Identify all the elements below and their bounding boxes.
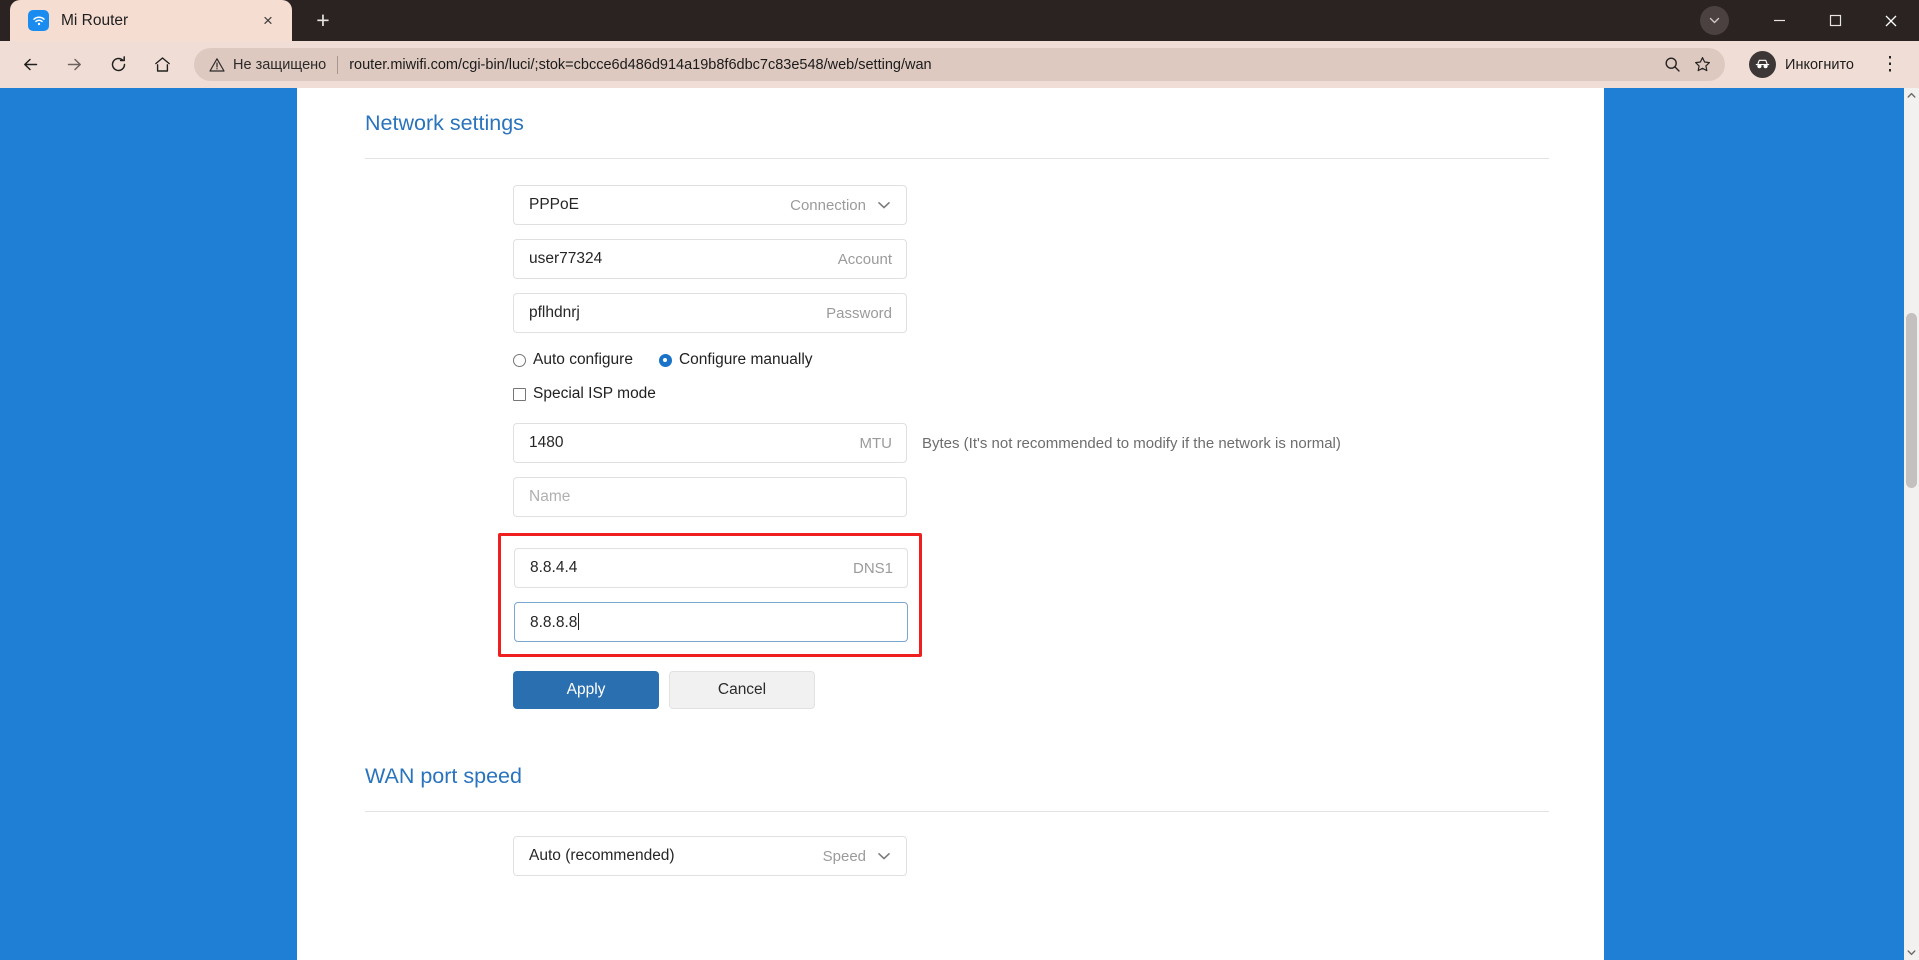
dns-highlight-box: 8.8.4.4 DNS1 8.8.8.8 bbox=[498, 533, 922, 657]
apply-button[interactable]: Apply bbox=[513, 671, 659, 709]
dns1-row: 8.8.4.4 DNS1 bbox=[514, 548, 919, 588]
extension-chevron-icon[interactable] bbox=[1700, 6, 1729, 35]
dns1-label: DNS1 bbox=[852, 559, 893, 577]
browser-tab-mi-router[interactable]: Mi Router × bbox=[10, 0, 292, 41]
radio-label-auto-configure: Auto configure bbox=[533, 351, 633, 368]
tab-title: Mi Router bbox=[61, 11, 129, 29]
form-actions: Apply Cancel bbox=[513, 671, 1604, 709]
radio-icon-configure-manually[interactable] bbox=[658, 353, 672, 367]
radio-auto-configure[interactable]: Auto configure bbox=[513, 351, 633, 369]
reload-button[interactable] bbox=[100, 47, 136, 83]
cancel-button[interactable]: Cancel bbox=[669, 671, 815, 709]
mtu-value: 1480 bbox=[529, 434, 564, 451]
special-isp-mode-row: Special ISP mode bbox=[513, 385, 1604, 403]
scroll-down-arrow[interactable] bbox=[1904, 945, 1919, 960]
omnibox-separator bbox=[337, 55, 339, 74]
network-settings-form: PPPoE Connection user77324 Account pflhd… bbox=[297, 159, 1604, 709]
mtu-input[interactable]: 1480 MTU bbox=[513, 423, 907, 463]
account-input[interactable]: user77324 Account bbox=[513, 239, 907, 279]
mtu-row: 1480 MTU Bytes (It's not recommended to … bbox=[513, 423, 1604, 463]
tab-strip: Mi Router × + bbox=[0, 0, 1919, 41]
text-cursor bbox=[578, 612, 580, 630]
configure-mode-radio-group: Auto configure Configure manually bbox=[513, 351, 1604, 369]
connection-value: PPPoE bbox=[529, 196, 579, 213]
page-scrollbar[interactable] bbox=[1904, 88, 1919, 960]
new-tab-button[interactable]: + bbox=[306, 3, 340, 37]
password-input[interactable]: pflhdnrj Password bbox=[513, 293, 907, 333]
browser-toolbar: Не защищено router.miwifi.com/cgi-bin/lu… bbox=[0, 41, 1919, 88]
home-button[interactable] bbox=[144, 47, 180, 83]
mtu-hint: Bytes (It's not recommended to modify if… bbox=[922, 434, 1341, 452]
profile-incognito-button[interactable]: Инкогнито bbox=[1743, 48, 1869, 82]
dns1-value: 8.8.4.4 bbox=[530, 559, 578, 576]
mtu-label: MTU bbox=[859, 434, 893, 452]
minimize-button[interactable] bbox=[1751, 0, 1807, 41]
dns1-input[interactable]: 8.8.4.4 DNS1 bbox=[514, 548, 908, 588]
speed-label: Speed bbox=[822, 847, 866, 865]
scroll-up-arrow[interactable] bbox=[1904, 88, 1919, 103]
checkbox-special-isp-mode[interactable]: Special ISP mode bbox=[513, 385, 656, 403]
name-row: Name bbox=[513, 477, 1604, 517]
speed-select[interactable]: Auto (recommended) Speed bbox=[513, 836, 907, 876]
radio-icon-auto-configure[interactable] bbox=[513, 353, 526, 367]
profile-label: Инкогнито bbox=[1785, 56, 1854, 73]
close-icon[interactable]: × bbox=[254, 7, 282, 35]
radio-configure-manually[interactable]: Configure manually bbox=[658, 351, 813, 369]
password-label: Password bbox=[826, 304, 892, 322]
forward-button[interactable] bbox=[56, 47, 92, 83]
radio-label-configure-manually: Configure manually bbox=[678, 351, 813, 368]
not-secure-warning-icon bbox=[209, 57, 225, 73]
search-icon[interactable] bbox=[1657, 50, 1687, 80]
speed-value: Auto (recommended) bbox=[529, 847, 675, 864]
account-value: user77324 bbox=[529, 250, 603, 267]
maximize-button[interactable] bbox=[1807, 0, 1863, 41]
password-row: pflhdnrj Password bbox=[513, 293, 1604, 333]
security-status-label: Не защищено bbox=[233, 56, 327, 73]
connection-select[interactable]: PPPoE Connection bbox=[513, 185, 907, 225]
dns2-value: 8.8.8.8 bbox=[530, 613, 578, 631]
connection-label: Connection bbox=[790, 196, 866, 214]
chevron-down-icon[interactable] bbox=[876, 197, 892, 213]
dns2-input[interactable]: 8.8.8.8 bbox=[514, 602, 908, 642]
checkbox-label-special-isp-mode: Special ISP mode bbox=[533, 385, 656, 402]
address-bar[interactable]: Не защищено router.miwifi.com/cgi-bin/lu… bbox=[194, 48, 1726, 81]
wifi-icon bbox=[28, 10, 49, 31]
wan-port-speed-section: WAN port speed Auto (recommended) Speed bbox=[297, 764, 1604, 876]
connection-row: PPPoE Connection bbox=[513, 185, 1604, 225]
account-label: Account bbox=[837, 250, 892, 268]
name-input[interactable]: Name bbox=[513, 477, 907, 517]
page-title-network-settings: Network settings bbox=[365, 111, 524, 135]
browser-menu-button[interactable]: ⋮ bbox=[1873, 48, 1907, 82]
router-page-content: Network settings PPPoE Connection user77… bbox=[297, 88, 1604, 960]
speed-row: Auto (recommended) Speed bbox=[513, 836, 1604, 876]
star-icon[interactable] bbox=[1687, 50, 1717, 80]
checkbox-icon-special-isp-mode[interactable] bbox=[513, 387, 526, 401]
browser-window: Mi Router × + Не защищено router.miwifi.… bbox=[0, 0, 1919, 960]
window-controls bbox=[1700, 0, 1919, 41]
back-button[interactable] bbox=[12, 47, 48, 83]
url-text[interactable]: router.miwifi.com/cgi-bin/luci/;stok=cbc… bbox=[349, 57, 1657, 73]
chevron-down-icon-speed[interactable] bbox=[876, 848, 892, 864]
page-title-wan-port-speed: WAN port speed bbox=[365, 764, 522, 788]
scrollbar-thumb[interactable] bbox=[1906, 313, 1917, 488]
wan-port-speed-form: Auto (recommended) Speed bbox=[297, 812, 1604, 876]
password-value: pflhdnrj bbox=[529, 304, 580, 321]
account-row: user77324 Account bbox=[513, 239, 1604, 279]
dns2-row: 8.8.8.8 bbox=[514, 602, 919, 642]
page-viewport: Network settings PPPoE Connection user77… bbox=[0, 88, 1919, 960]
incognito-avatar-icon bbox=[1749, 51, 1777, 78]
window-close-button[interactable] bbox=[1863, 0, 1919, 41]
name-placeholder: Name bbox=[529, 488, 571, 505]
